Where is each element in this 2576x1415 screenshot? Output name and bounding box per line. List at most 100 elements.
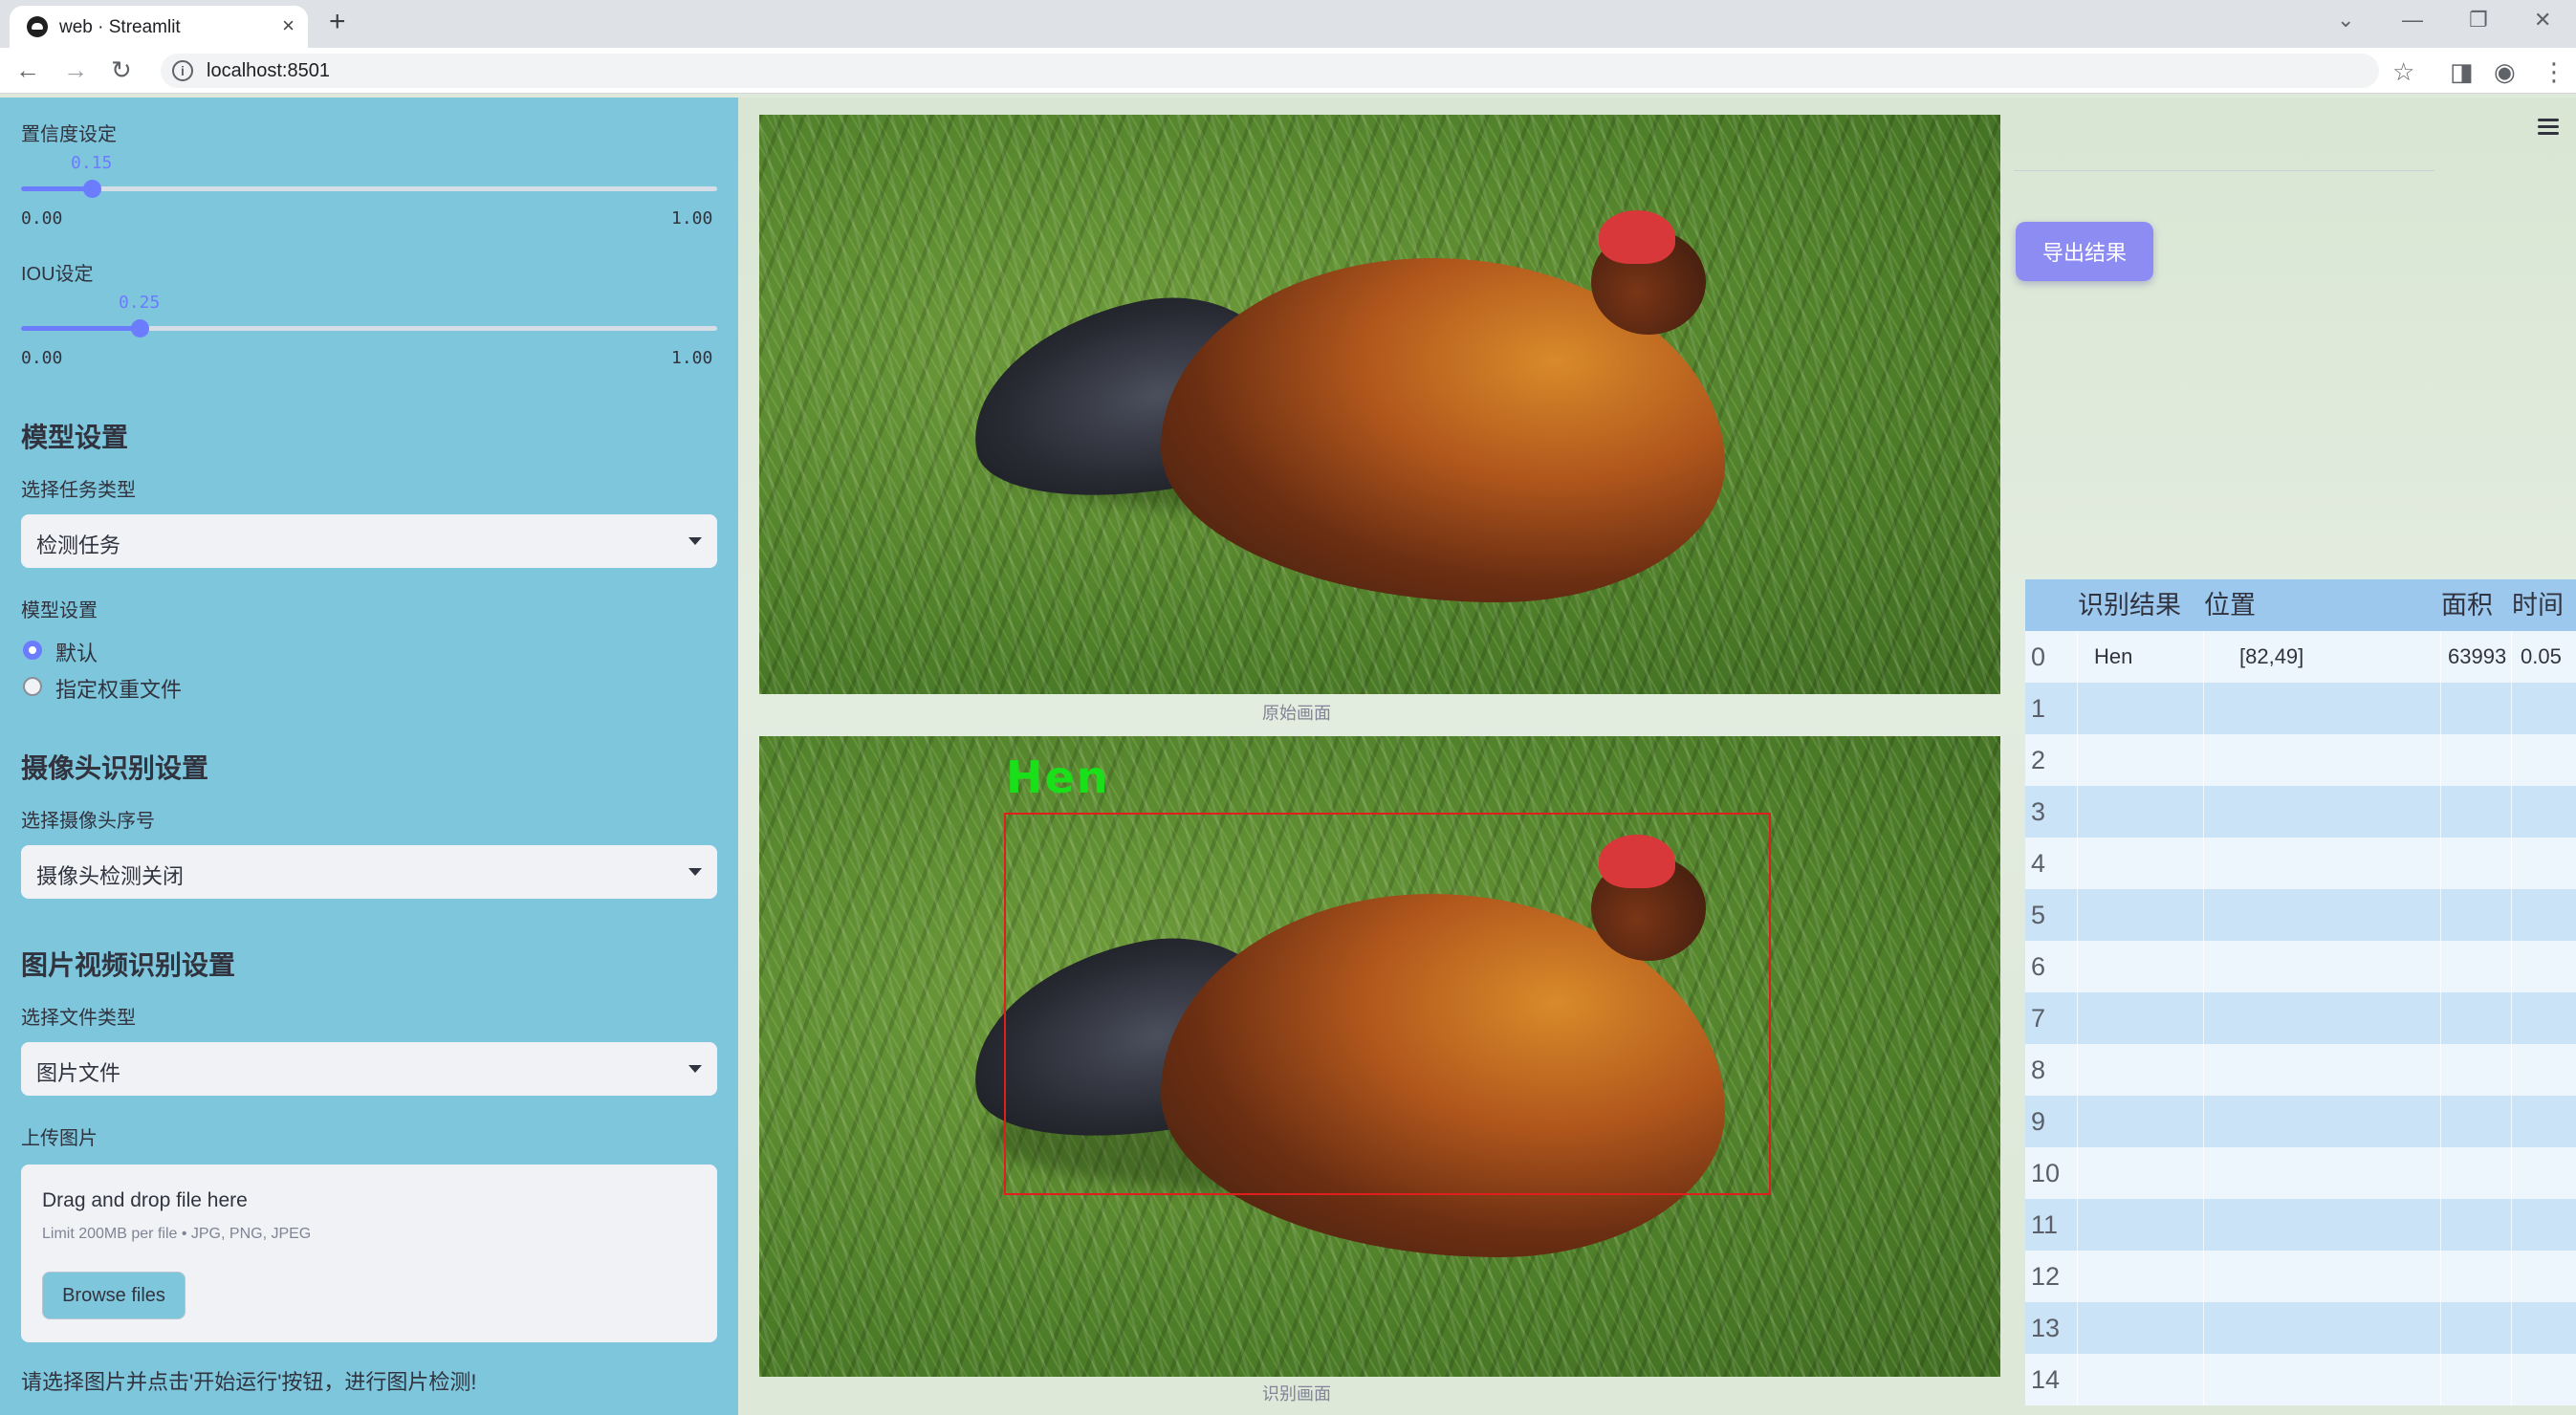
forward-arrow-icon[interactable]: → — [63, 55, 88, 85]
radio-default-circle[interactable] — [23, 641, 42, 660]
result-caption: 识别画面 — [1262, 1384, 1331, 1404]
table-grid-line — [2077, 838, 2078, 889]
file-uploader-dropzone[interactable]: Drag and drop file here Limit 200MB per … — [21, 1165, 717, 1342]
table-row[interactable]: 5 — [2025, 889, 2576, 941]
table-header-cell[interactable]: 位置 — [2204, 579, 2256, 631]
table-grid-line — [2440, 683, 2441, 734]
radio-weight-file-circle[interactable] — [23, 677, 42, 696]
table-row[interactable]: 12 — [2025, 1251, 2576, 1302]
confidence-value: 0.15 — [71, 153, 113, 173]
table-cell-area: 63993 — [2448, 644, 2507, 668]
table-row[interactable]: 2 — [2025, 734, 2576, 786]
iou-max: 1.00 — [671, 348, 713, 368]
table-grid-line — [2077, 683, 2078, 734]
table-grid-line — [2440, 734, 2441, 786]
table-grid-line — [2440, 1147, 2441, 1199]
table-grid-line — [2440, 1044, 2441, 1096]
table-row[interactable]: 1 — [2025, 683, 2576, 734]
confidence-slider-fill — [21, 186, 92, 191]
table-row[interactable]: 3 — [2025, 786, 2576, 838]
table-cell-index: 0 — [2031, 642, 2046, 671]
minimize-icon[interactable]: — — [2402, 8, 2423, 33]
table-grid-line — [2440, 1251, 2441, 1302]
browser-toolbar: ← → ↻ i localhost:8501 ☆ ◨ ◉ ⋮ — [0, 48, 2576, 94]
table-grid-line — [2511, 1251, 2512, 1302]
table-cell-index: 11 — [2031, 1210, 2059, 1239]
upload-limit-text: Limit 200MB per file • JPG, PNG, JPEG — [42, 1226, 312, 1242]
back-arrow-icon[interactable]: ← — [15, 55, 40, 85]
table-row[interactable]: 13 — [2025, 1302, 2576, 1354]
main-content: 原始画面 Hen 识别画面 导出结果 识别结果 位置 面积 时间 0 Hen [82,49]… — [738, 98, 2576, 1415]
table-row[interactable]: 11 — [2025, 1199, 2576, 1251]
iou-label: IOU设定 — [21, 264, 94, 285]
browser-tab[interactable]: web · Streamlit × — [10, 6, 308, 48]
table-grid-line — [2077, 1354, 2078, 1405]
table-grid-line — [2203, 838, 2204, 889]
iou-slider-thumb[interactable] — [131, 319, 149, 337]
chevron-down-icon — [688, 537, 702, 545]
table-grid-line — [2203, 889, 2204, 941]
table-grid-line — [2511, 1096, 2512, 1147]
table-cell-index: 9 — [2031, 1107, 2046, 1136]
table-grid-line — [2440, 941, 2441, 992]
export-results-button[interactable]: 导出结果 — [2016, 222, 2153, 281]
table-grid-line — [2077, 1147, 2078, 1199]
table-cell-index: 3 — [2031, 797, 2046, 826]
new-tab-plus-icon[interactable]: + — [329, 6, 346, 38]
table-row[interactable]: 10 — [2025, 1147, 2576, 1199]
address-bar[interactable]: i localhost:8501 — [161, 54, 2379, 88]
table-row[interactable]: 0 Hen [82,49] 63993 0.05 — [2025, 631, 2576, 683]
tab-search-chevron-icon[interactable]: ⌄ — [2337, 8, 2354, 33]
table-grid-line — [2440, 992, 2441, 1044]
table-cell-index: 13 — [2031, 1314, 2061, 1342]
hamburger-menu-icon[interactable] — [2538, 119, 2559, 139]
profile-icon[interactable]: ◉ — [2494, 57, 2516, 87]
table-grid-line — [2440, 889, 2441, 941]
table-grid-line — [2203, 1096, 2204, 1147]
tab-close-icon[interactable]: × — [282, 13, 295, 38]
table-header-cell[interactable]: 识别结果 — [2078, 579, 2181, 631]
sidepanel-icon[interactable]: ◨ — [2450, 57, 2474, 87]
table-header-cell[interactable]: 面积 — [2441, 579, 2493, 631]
star-icon[interactable]: ☆ — [2392, 57, 2414, 87]
table-grid-line — [2203, 683, 2204, 734]
sidebar: 置信度设定 0.15 0.00 1.00 IOU设定 0.25 0.00 1.0… — [0, 98, 738, 1415]
table-grid-line — [2511, 1354, 2512, 1405]
table-grid-line — [2203, 1354, 2204, 1405]
browse-files-button[interactable]: Browse files — [42, 1272, 186, 1319]
table-row[interactable]: 9 — [2025, 1096, 2576, 1147]
table-grid-line — [2440, 1354, 2441, 1405]
table-cell-index: 8 — [2031, 1056, 2046, 1084]
table-grid-line — [2511, 1302, 2512, 1354]
restore-icon[interactable]: ❐ — [2469, 8, 2488, 33]
confidence-slider-thumb[interactable] — [83, 180, 101, 198]
table-grid-line — [2077, 1199, 2078, 1251]
table-grid-line — [2511, 1199, 2512, 1251]
radio-default-label: 默认 — [55, 642, 98, 665]
tab-title: web · Streamlit — [59, 17, 181, 37]
table-header-cell[interactable]: 时间 — [2512, 579, 2564, 631]
table-grid-line — [2077, 941, 2078, 992]
file-type-label: 选择文件类型 — [21, 1008, 136, 1029]
table-row[interactable]: 6 — [2025, 941, 2576, 992]
info-icon[interactable]: i — [172, 60, 193, 81]
camera-index-value: 摄像头检测关闭 — [36, 864, 185, 888]
more-vert-icon[interactable]: ⋮ — [2542, 57, 2566, 87]
reload-icon[interactable]: ↻ — [111, 55, 132, 85]
original-image — [759, 115, 2000, 694]
table-row[interactable]: 4 — [2025, 838, 2576, 889]
table-grid-line — [2511, 631, 2512, 683]
file-type-select[interactable]: 图片文件 — [21, 1042, 717, 1096]
iou-slider[interactable] — [21, 319, 717, 337]
table-cell-position: [82,49] — [2239, 644, 2304, 668]
model-settings-heading: 模型设置 — [21, 423, 129, 452]
window-close-icon[interactable]: ✕ — [2534, 8, 2551, 33]
table-grid-line — [2511, 734, 2512, 786]
table-row[interactable]: 14 — [2025, 1354, 2576, 1405]
table-row[interactable]: 7 — [2025, 992, 2576, 1044]
table-row[interactable]: 8 — [2025, 1044, 2576, 1096]
table-grid-line — [2511, 786, 2512, 838]
confidence-slider[interactable] — [21, 180, 717, 198]
task-type-select[interactable]: 检测任务 — [21, 514, 717, 568]
camera-index-select[interactable]: 摄像头检测关闭 — [21, 845, 717, 899]
